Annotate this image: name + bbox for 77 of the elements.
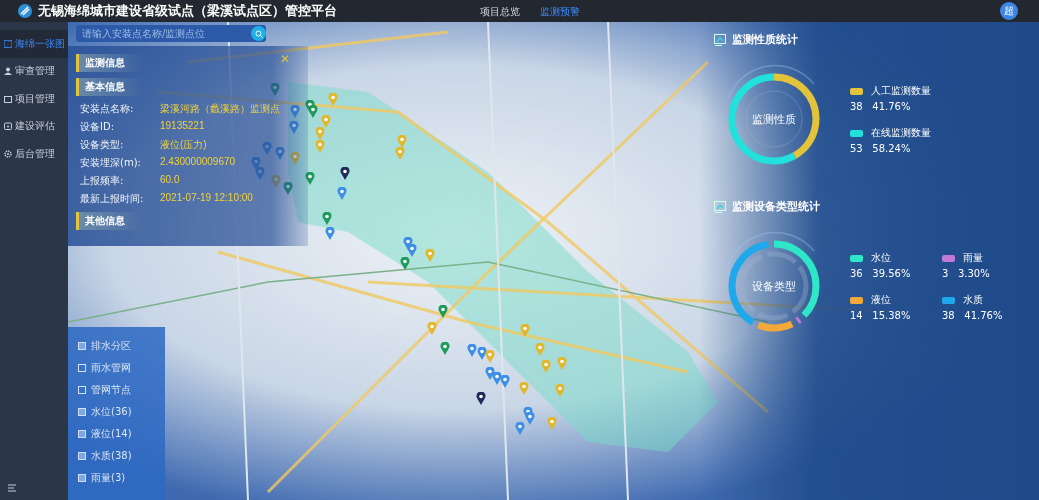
layer-toggle[interactable]: 雨水管网 xyxy=(78,361,165,375)
legend-label: 人工监测数量 xyxy=(871,84,931,98)
layer-toggle[interactable]: 水位(36) xyxy=(78,405,165,419)
platform-title: 无锡海绵城市建设省级试点（梁溪试点区）管控平台 xyxy=(38,2,337,20)
checkbox[interactable] xyxy=(78,430,86,438)
user-avatar[interactable]: 超 xyxy=(1000,2,1018,20)
sidebar-item[interactable]: 海绵一张图 xyxy=(0,30,68,58)
field-value: 梁溪河路（蠡溪路）监测点 xyxy=(160,102,280,116)
folder-icon xyxy=(4,94,12,103)
layer-toggle[interactable]: 水质(38) xyxy=(78,449,165,463)
legend-label: 水质 xyxy=(963,293,983,307)
checkbox[interactable] xyxy=(78,386,86,394)
nav-tab[interactable]: 项目总览 xyxy=(480,5,520,19)
layer-label: 水位(36) xyxy=(91,405,132,419)
field-label: 设备ID: xyxy=(80,120,115,134)
legend-value: 53 58.24% xyxy=(850,143,912,154)
map-icon xyxy=(4,39,12,48)
settings-icon xyxy=(4,149,12,158)
clipboard-icon xyxy=(4,122,12,131)
layer-toggle[interactable]: 液位(14) xyxy=(78,427,165,441)
panel-title: 监测设备类型统计 xyxy=(732,199,820,214)
legend-value: 3 3.30% xyxy=(942,268,991,279)
chart-center-label: 监测性质 xyxy=(752,111,796,127)
sidebar-label: 后台管理 xyxy=(15,146,55,161)
layer-toggle[interactable]: 雨量(3) xyxy=(78,471,165,485)
chart-icon xyxy=(714,200,726,213)
checkbox[interactable] xyxy=(78,364,86,372)
field-value: 液位(压力) xyxy=(160,138,207,152)
field-value: 2021-07-19 12:10:00 xyxy=(160,192,253,205)
field-value: 2.430000009670 xyxy=(160,156,236,169)
layer-label: 雨量(3) xyxy=(91,471,126,485)
logo-icon xyxy=(18,4,32,18)
sidebar-label: 审查管理 xyxy=(15,64,55,79)
legend-label: 水位 xyxy=(871,251,891,265)
chart-icon xyxy=(714,33,726,46)
sidebar-item[interactable]: 审查管理 xyxy=(0,57,68,85)
sidebar-label: 项目管理 xyxy=(15,91,55,106)
sidebar-item[interactable]: 后台管理 xyxy=(0,140,68,168)
legend-label: 雨量 xyxy=(963,251,983,265)
user-icon xyxy=(4,67,12,76)
layer-label: 水质(38) xyxy=(91,449,132,463)
field-value: 19135221 xyxy=(160,120,205,133)
field-label: 安装点名称: xyxy=(80,102,134,116)
field-label: 安装埋深(m): xyxy=(80,156,141,170)
legend-value: 36 39.56% xyxy=(850,268,912,279)
legend-label: 液位 xyxy=(871,293,891,307)
layer-toggle[interactable]: 管网节点 xyxy=(78,383,165,397)
checkbox[interactable] xyxy=(78,474,86,482)
legend-value: 38 41.76% xyxy=(942,310,1004,321)
legend-label: 在线监测数量 xyxy=(871,126,931,140)
search-icon xyxy=(254,29,263,38)
layer-label: 管网节点 xyxy=(91,383,131,397)
field-label: 设备类型: xyxy=(80,138,124,152)
panel-title: 监测性质统计 xyxy=(732,32,798,47)
layer-label: 液位(14) xyxy=(91,427,132,441)
checkbox[interactable] xyxy=(78,408,86,416)
field-label: 最新上报时间: xyxy=(80,192,144,206)
nav-tab[interactable]: 监测预警 xyxy=(540,5,580,19)
checkbox[interactable] xyxy=(78,342,86,350)
sidebar-label: 建设评估 xyxy=(15,119,55,134)
search-button[interactable] xyxy=(251,26,266,41)
menu-icon[interactable] xyxy=(8,484,16,492)
search-field[interactable]: 请输入安装点名称/监测点位 xyxy=(76,25,266,42)
checkbox[interactable] xyxy=(78,452,86,460)
layer-toggle[interactable]: 排水分区 xyxy=(78,339,165,353)
legend-value: 38 41.76% xyxy=(850,101,912,112)
chart-center-label: 设备类型 xyxy=(752,278,796,294)
field-value: 60.0 xyxy=(160,174,180,187)
legend-value: 14 15.38% xyxy=(850,310,912,321)
layer-label: 雨水管网 xyxy=(91,361,131,375)
sidebar-item[interactable]: 项目管理 xyxy=(0,85,68,113)
map-pin-icon[interactable] xyxy=(340,167,350,180)
field-label: 上报频率: xyxy=(80,174,124,188)
layer-label: 排水分区 xyxy=(91,339,131,353)
sidebar-label: 海绵一张图 xyxy=(15,36,65,51)
sidebar-item[interactable]: 建设评估 xyxy=(0,112,68,140)
map-pin-icon[interactable] xyxy=(476,392,486,405)
